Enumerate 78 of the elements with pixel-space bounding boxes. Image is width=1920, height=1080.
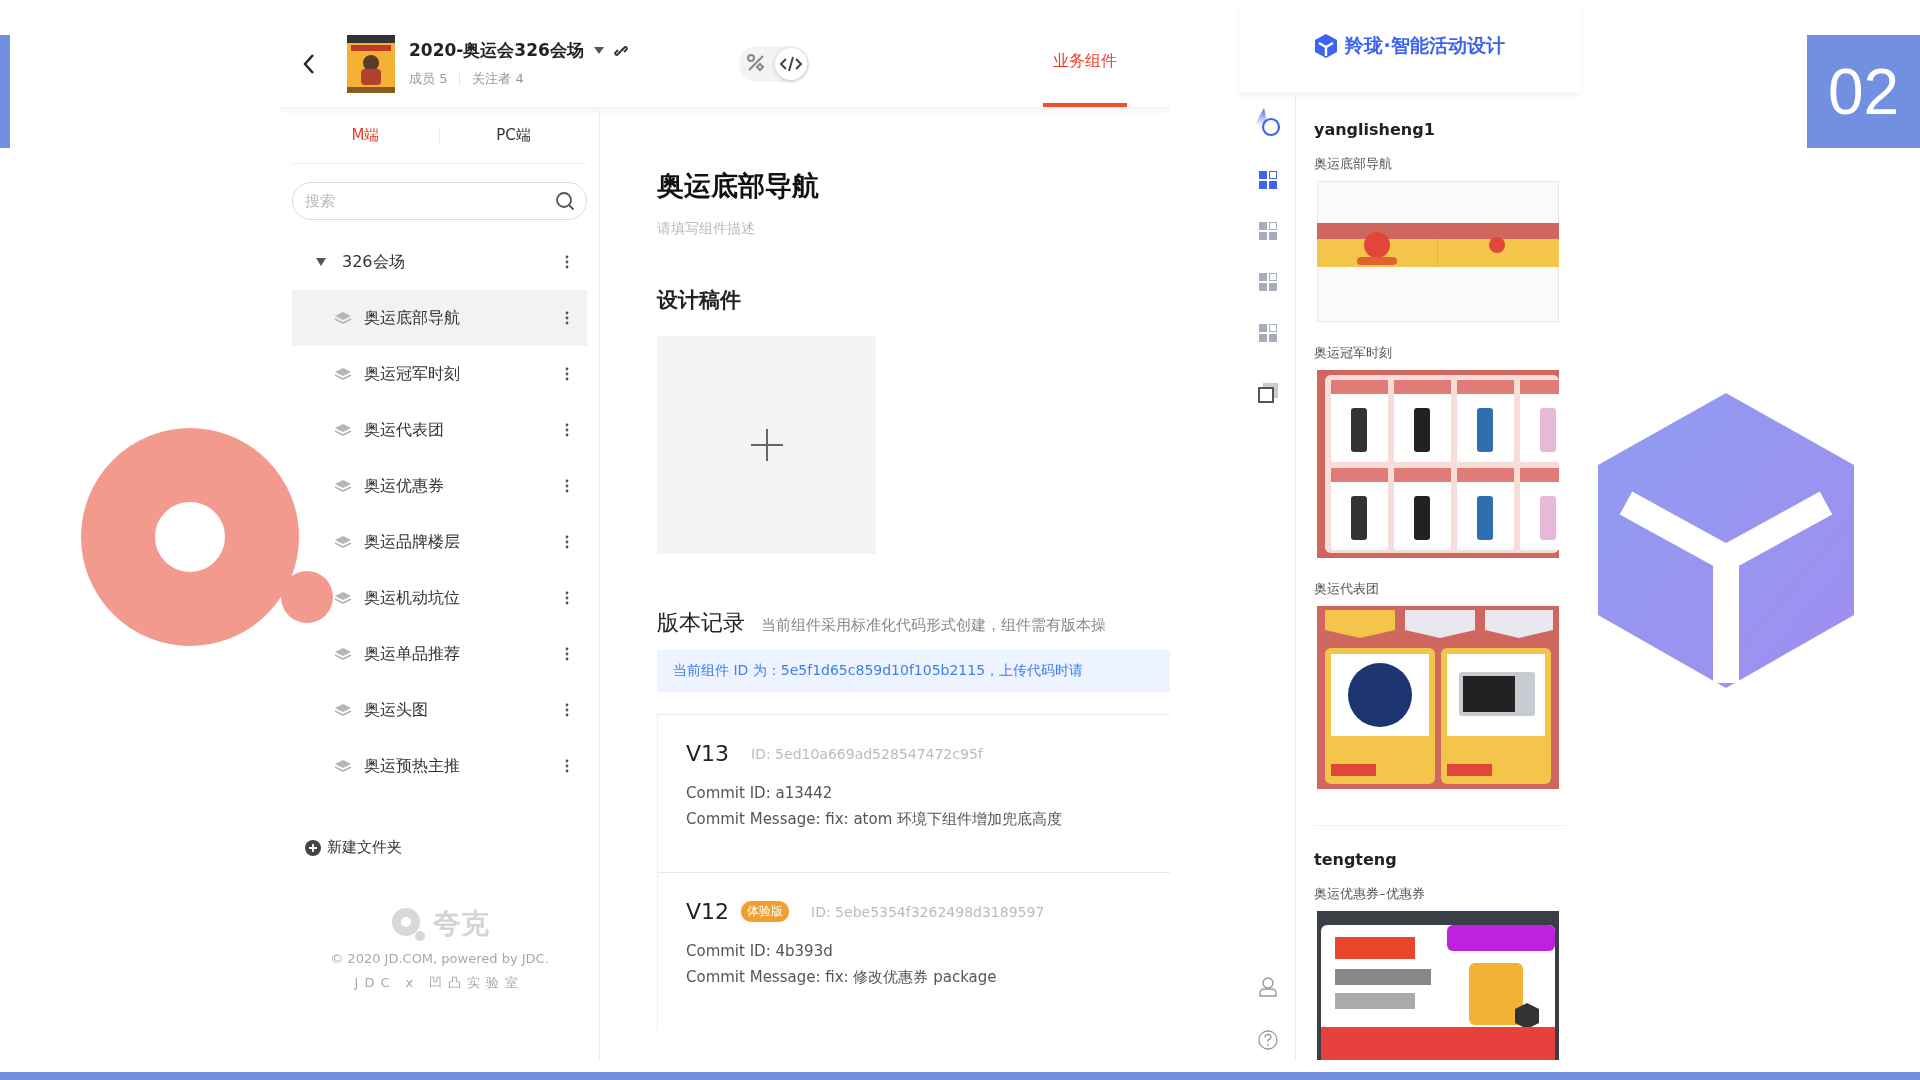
commit-id: Commit ID: 4b393d bbox=[686, 942, 834, 960]
member-count: 成员 5 bbox=[409, 70, 448, 88]
more-icon[interactable] bbox=[565, 311, 569, 325]
follower-count: 关注者 4 bbox=[472, 70, 524, 88]
section-heading: 版本记录 bbox=[657, 609, 745, 637]
version-number: V12 bbox=[686, 899, 730, 924]
layers-icon bbox=[334, 311, 352, 325]
dot-drawing bbox=[281, 571, 333, 623]
folder-label[interactable]: 326会场 bbox=[342, 251, 565, 273]
more-icon[interactable] bbox=[565, 703, 569, 717]
component-label[interactable]: 奥运优惠券 bbox=[364, 475, 565, 497]
component-name: 奥运底部导航 bbox=[1314, 155, 1393, 173]
layers-icon bbox=[334, 367, 352, 381]
copy-icon[interactable] bbox=[1257, 383, 1278, 403]
more-icon[interactable] bbox=[565, 535, 569, 549]
caret-icon[interactable] bbox=[593, 46, 604, 55]
logo-icon bbox=[390, 907, 425, 941]
credit-text: JDC x 凹凸实验室 bbox=[354, 974, 525, 992]
component-label[interactable]: 奥运冠军时刻 bbox=[364, 363, 565, 385]
more-icon[interactable] bbox=[565, 759, 569, 773]
layers-icon bbox=[334, 423, 352, 437]
grid-icon[interactable] bbox=[1258, 171, 1277, 189]
code-icon[interactable] bbox=[775, 47, 807, 80]
user-name: yanglisheng1 bbox=[1314, 120, 1436, 139]
component-label[interactable]: 奥运品牌楼层 bbox=[364, 531, 565, 553]
component-label[interactable]: 奥运机动坑位 bbox=[364, 587, 565, 609]
more-icon[interactable] bbox=[565, 647, 569, 661]
info-banner: 当前组件 ID 为：5e5f1d65c859d10f105b2115，上传代码时请 bbox=[657, 650, 1170, 692]
component-name: 奥运优惠券–优惠券 bbox=[1314, 885, 1426, 903]
more-icon[interactable] bbox=[565, 367, 569, 381]
component-label[interactable]: 奥运底部导航 bbox=[364, 307, 565, 329]
search-field[interactable]: 搜索 bbox=[292, 182, 587, 220]
project-title: 2020-奥运会326会场 bbox=[409, 39, 584, 62]
hint-text: 当前组件采用标准化代码形式创建，组件需有版本操 bbox=[761, 616, 1106, 635]
platform-tab[interactable]: M端 bbox=[292, 126, 439, 145]
section-heading: 设计稿件 bbox=[657, 287, 741, 314]
link-icon[interactable] bbox=[613, 43, 628, 58]
search-icon[interactable] bbox=[555, 191, 575, 211]
more-icon[interactable] bbox=[565, 255, 569, 269]
commit-id: Commit ID: a13442 bbox=[686, 784, 834, 802]
cube-icon bbox=[1315, 34, 1338, 58]
brand-name: 羚珑·智能活动设计 bbox=[1345, 33, 1505, 58]
component-label[interactable]: 奥运预热主推 bbox=[364, 755, 565, 777]
layers-icon bbox=[334, 759, 352, 773]
help-icon[interactable] bbox=[1257, 1030, 1278, 1050]
layers-icon bbox=[334, 703, 352, 717]
new-folder-link[interactable]: 新建文件夹 bbox=[327, 838, 402, 857]
component-name: 奥运代表团 bbox=[1314, 580, 1380, 598]
logo-icon bbox=[1253, 108, 1282, 138]
nav-tab[interactable]: 业务组件 bbox=[1043, 20, 1127, 107]
user-name: tengteng bbox=[1314, 850, 1398, 869]
version-tag: 体验版 bbox=[741, 901, 790, 922]
platform-tab[interactable]: PC端 bbox=[440, 126, 587, 145]
component-name: 奥运冠军时刻 bbox=[1314, 344, 1393, 362]
more-icon[interactable] bbox=[565, 479, 569, 493]
version-id: ID: 5ed10a669ad528547472c95f bbox=[751, 745, 983, 762]
component-label[interactable]: 奥运单品推荐 bbox=[364, 643, 565, 665]
caret-icon[interactable] bbox=[316, 258, 326, 266]
layers-icon bbox=[334, 591, 352, 605]
layers-icon bbox=[334, 479, 352, 493]
version-number: V13 bbox=[686, 741, 730, 766]
commit-message: Commit Message: fix: atom 环境下组件增加兜底高度 bbox=[686, 810, 1064, 829]
component-label[interactable]: 奥运代表团 bbox=[364, 419, 565, 441]
component-label[interactable]: 奥运头图 bbox=[364, 699, 565, 721]
layers-icon bbox=[334, 647, 352, 661]
commit-message: Commit Message: fix: 修改优惠券 package bbox=[686, 968, 998, 987]
copyright-text: © 2020 JD.COM, powered by JDC. bbox=[330, 951, 549, 966]
layers-icon bbox=[334, 535, 352, 549]
back-icon[interactable] bbox=[302, 52, 316, 75]
more-icon[interactable] bbox=[565, 591, 569, 605]
component-title: 奥运底部导航 bbox=[657, 169, 819, 203]
plus-icon[interactable] bbox=[750, 429, 783, 461]
version-id: ID: 5ebe5354f3262498d3189597 bbox=[811, 903, 1045, 920]
slide-number: 02 bbox=[1807, 35, 1920, 148]
selected-tree-item[interactable]: 奥运底部导航 bbox=[292, 290, 587, 346]
user-icon[interactable] bbox=[1258, 977, 1277, 997]
more-icon[interactable] bbox=[565, 423, 569, 437]
add-icon[interactable] bbox=[305, 839, 321, 856]
